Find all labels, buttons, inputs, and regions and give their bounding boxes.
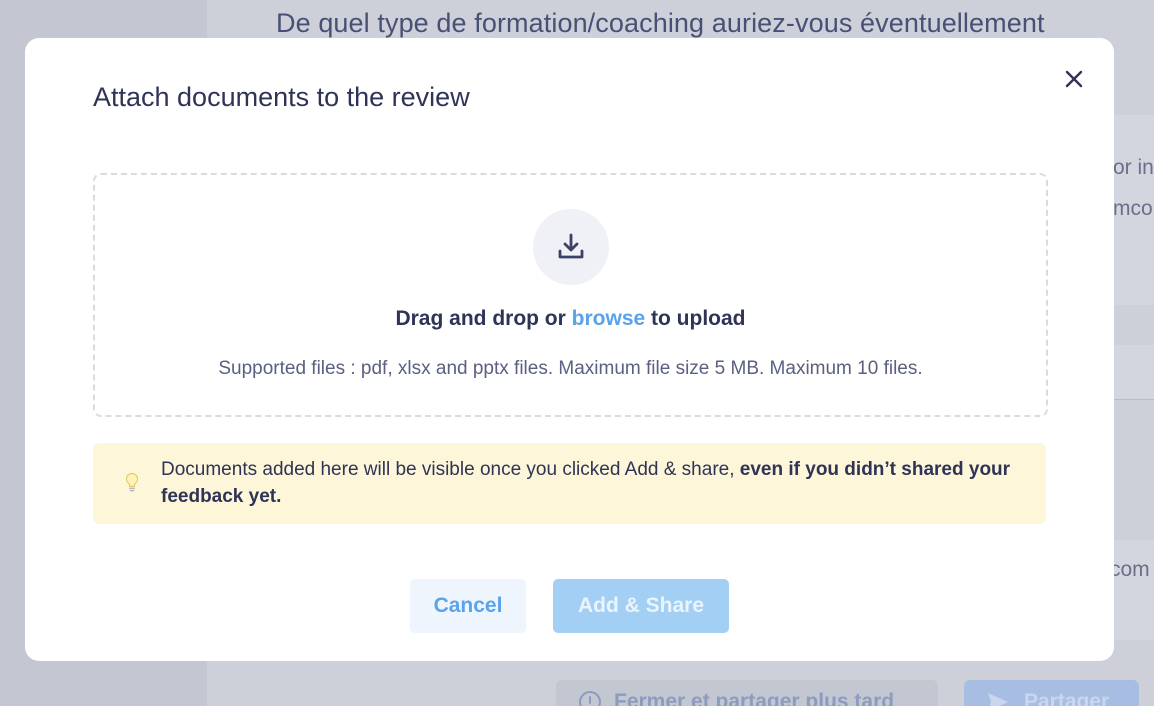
modal-title: Attach documents to the review	[93, 82, 470, 112]
clock-icon	[579, 691, 601, 706]
download-tray-icon	[558, 233, 584, 259]
close-icon	[1065, 70, 1083, 88]
add-share-button[interactable]: Add & Share	[553, 579, 729, 633]
visibility-notice: Documents added here will be visible onc…	[93, 443, 1046, 524]
cancel-button[interactable]: Cancel	[410, 579, 526, 633]
lightbulb-icon	[125, 472, 139, 492]
upload-icon-container	[533, 209, 609, 285]
share-label: Partager	[1024, 690, 1110, 706]
supported-files-hint: Supported files : pdf, xlsx and pptx fil…	[218, 358, 923, 379]
share-button[interactable]: Partager	[964, 680, 1139, 706]
close-button[interactable]	[1059, 64, 1089, 94]
background-question-heading: De quel type de formation/coaching aurie…	[276, 8, 1045, 38]
file-dropzone[interactable]: Drag and drop or browse to upload Suppor…	[93, 173, 1048, 417]
close-share-later-label: Fermer et partager plus tard	[614, 690, 895, 706]
dropzone-suffix: to upload	[645, 307, 746, 330]
browse-link[interactable]: browse	[572, 307, 646, 330]
background-text-snippet: mco	[1113, 197, 1153, 220]
notice-text-regular: Documents added here will be visible onc…	[161, 459, 740, 480]
attach-documents-modal: Attach documents to the review Drag and …	[25, 38, 1114, 661]
background-text-snippet: or in	[1113, 156, 1154, 179]
dropzone-prefix: Drag and drop or	[395, 307, 572, 330]
send-icon	[988, 693, 1008, 706]
background-text-snippet: com	[1110, 558, 1150, 581]
dropzone-instruction: Drag and drop or browse to upload	[95, 307, 1046, 331]
notice-text: Documents added here will be visible onc…	[161, 456, 1021, 510]
close-share-later-button[interactable]: Fermer et partager plus tard	[556, 680, 938, 706]
